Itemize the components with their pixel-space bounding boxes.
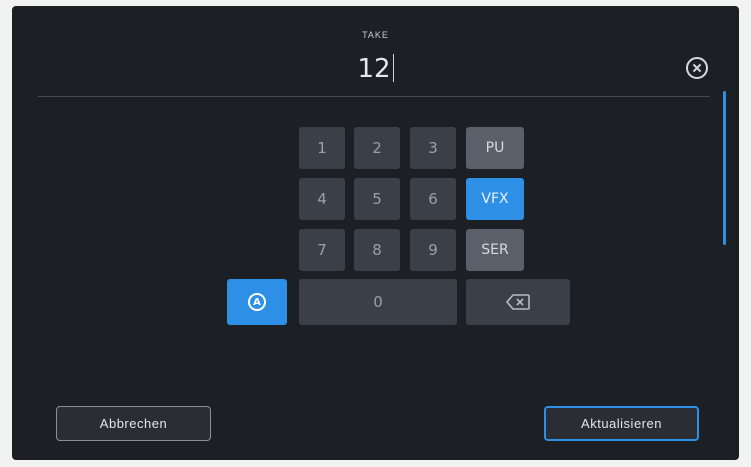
tag-ser-button[interactable]: SER	[466, 229, 524, 271]
key-7[interactable]: 7	[299, 229, 345, 271]
key-5[interactable]: 5	[354, 178, 400, 220]
take-value: 12	[357, 54, 391, 84]
divider	[38, 96, 710, 97]
scrollbar[interactable]	[723, 91, 726, 245]
text-caret	[392, 54, 394, 82]
key-4[interactable]: 4	[299, 178, 345, 220]
alpha-toggle-button[interactable]: A	[227, 279, 287, 325]
clear-circle-x-icon[interactable]	[686, 57, 708, 79]
key-3[interactable]: 3	[410, 127, 456, 169]
key-1[interactable]: 1	[299, 127, 345, 169]
key-6[interactable]: 6	[410, 178, 456, 220]
key-8[interactable]: 8	[354, 229, 400, 271]
backspace-icon	[506, 294, 530, 310]
update-button[interactable]: Aktualisieren	[544, 406, 699, 441]
take-edit-screen: TAKE 12 1 2 3 PU 4 5 6 VFX 7 8 9 SER A 0…	[12, 6, 739, 460]
tag-pu-button[interactable]: PU	[466, 127, 524, 169]
alpha-circle-a-icon: A	[248, 293, 266, 311]
take-input[interactable]: 12	[12, 54, 739, 84]
backspace-button[interactable]	[466, 279, 570, 325]
key-9[interactable]: 9	[410, 229, 456, 271]
cancel-button[interactable]: Abbrechen	[56, 406, 211, 441]
key-0[interactable]: 0	[299, 279, 457, 325]
key-2[interactable]: 2	[354, 127, 400, 169]
field-label: TAKE	[362, 30, 389, 40]
tag-vfx-button[interactable]: VFX	[466, 178, 524, 220]
